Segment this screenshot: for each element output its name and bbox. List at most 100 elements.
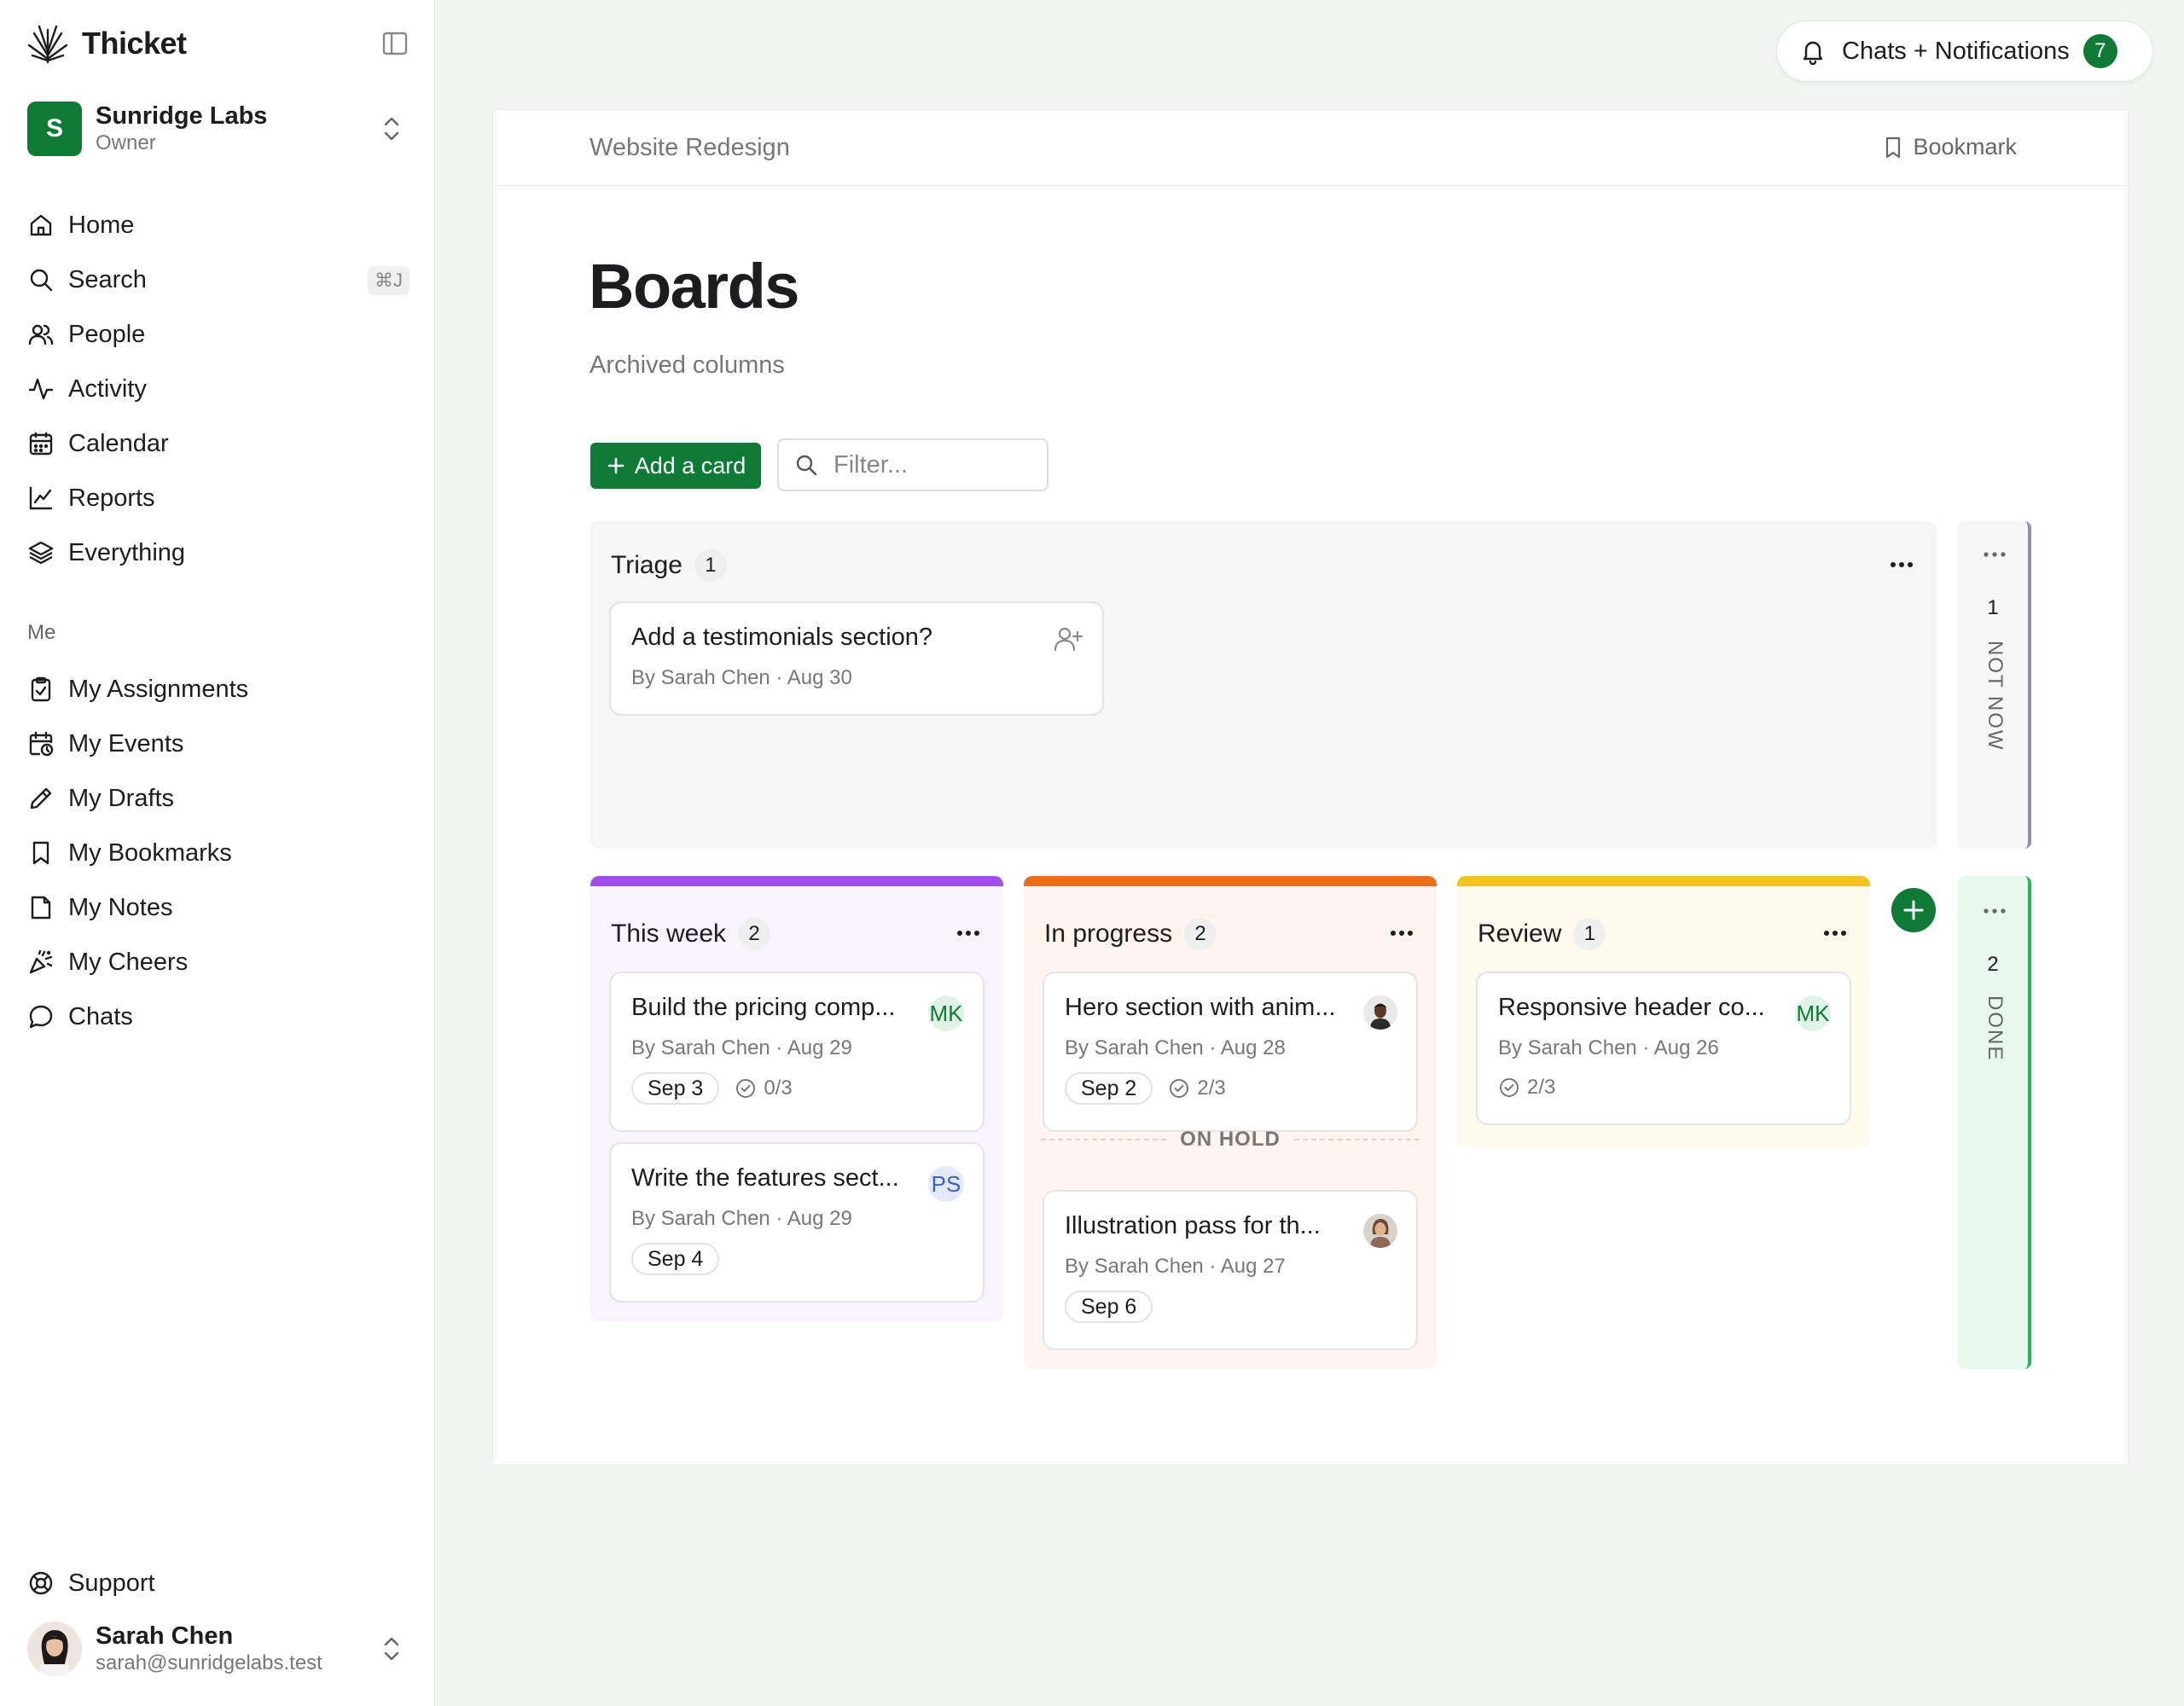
- card-meta: By Sarah Chen · Aug 30: [631, 666, 852, 689]
- card[interactable]: Illustration pass for th... By Sarah Che…: [1043, 1190, 1418, 1350]
- app-name: Thicket: [82, 26, 187, 61]
- nav-label: My Notes: [68, 893, 173, 921]
- chevron-up-down-icon: [384, 117, 399, 141]
- nav-label: My Cheers: [68, 948, 189, 976]
- people-icon: [28, 324, 54, 345]
- assignee-avatar: [1363, 1214, 1397, 1248]
- column-color-bar: [1024, 876, 1437, 886]
- nav-item-my-notes[interactable]: My Notes: [27, 880, 410, 935]
- more-icon[interactable]: [1821, 920, 1850, 946]
- user-name: Sarah Chen: [96, 1622, 234, 1650]
- note-icon: [31, 896, 51, 920]
- assignee-avatar: MK: [928, 995, 964, 1031]
- column-count: 2: [738, 918, 771, 950]
- column-label: NOT NOW: [1984, 641, 2007, 751]
- column-this-week: This week 2 Build the pricing comp... By…: [590, 876, 1003, 1321]
- card-meta: By Sarah Chen · Aug 29: [631, 1207, 852, 1230]
- chat-icon: [29, 1005, 53, 1029]
- nav-label: Chats: [68, 1002, 133, 1030]
- column-triage: Triage 1 Add a testimonials section? By …: [590, 521, 1937, 849]
- nav-label: My Events: [68, 729, 184, 757]
- more-icon[interactable]: [1387, 920, 1416, 946]
- nav-item-activity[interactable]: Activity: [27, 362, 410, 416]
- card-meta: By Sarah Chen · Aug 28: [1065, 1036, 1286, 1059]
- due-date-chip: Sep 6: [1065, 1291, 1153, 1323]
- nav-label: Support: [68, 1569, 155, 1597]
- org-switcher[interactable]: S Sunridge Labs Owner: [27, 101, 410, 157]
- bookmark-label: Bookmark: [1913, 134, 2017, 160]
- nav-label: My Assignments: [68, 675, 249, 703]
- chats-notifications-button[interactable]: Chats + Notifications 7: [1776, 20, 2153, 82]
- bell-icon: [1803, 41, 1823, 65]
- org-name: Sunridge Labs: [96, 102, 268, 130]
- check-circle-icon: [736, 1079, 756, 1098]
- due-date-chip: Sep 4: [631, 1243, 720, 1275]
- breadcrumb[interactable]: Website Redesign: [590, 134, 790, 162]
- column-done-collapsed[interactable]: 2 DONE: [1958, 876, 2031, 1369]
- nav-item-support[interactable]: Support: [27, 1556, 410, 1610]
- column-title: This week: [611, 920, 727, 948]
- thicket-logo-icon: [27, 25, 68, 64]
- brand[interactable]: Thicket: [26, 22, 187, 65]
- checklist-progress: 2/3: [1168, 1076, 1226, 1100]
- add-column-button[interactable]: [1891, 888, 1936, 932]
- card[interactable]: Build the pricing comp... By Sarah Chen …: [609, 972, 985, 1132]
- more-icon[interactable]: [954, 920, 983, 946]
- check-circle-icon: [1500, 1078, 1519, 1097]
- nav-item-reports[interactable]: Reports: [27, 471, 410, 525]
- search-icon: [796, 455, 817, 476]
- checklist-count: 2/3: [1197, 1076, 1226, 1100]
- sidebar-toggle-icon[interactable]: [380, 29, 410, 58]
- column-count: 2: [1987, 953, 1999, 976]
- filter-input[interactable]: [832, 450, 1031, 480]
- nav-item-my-events[interactable]: My Events: [27, 717, 410, 771]
- card-meta: By Sarah Chen · Aug 29: [631, 1036, 852, 1059]
- card[interactable]: Hero section with anim... By Sarah Chen …: [1043, 972, 1418, 1132]
- assignee-avatar: MK: [1795, 995, 1831, 1031]
- plus-icon: [607, 457, 624, 474]
- column-not-now-collapsed[interactable]: 1 NOT NOW: [1958, 521, 2031, 849]
- avatar: [27, 1622, 82, 1676]
- bookmark-icon: [1886, 136, 1901, 158]
- nav-item-home[interactable]: Home: [27, 198, 410, 252]
- on-hold-label: ON HOLD: [1180, 1128, 1281, 1151]
- nav-item-chats[interactable]: Chats: [27, 989, 410, 1044]
- more-icon[interactable]: [1980, 898, 2009, 924]
- nav-label: Calendar: [68, 429, 169, 457]
- nav-item-my-drafts[interactable]: My Drafts: [27, 771, 410, 826]
- plus-icon: [1903, 900, 1924, 920]
- nav-item-search[interactable]: Search ⌘J: [27, 252, 410, 307]
- nav-item-calendar[interactable]: Calendar: [27, 416, 410, 471]
- add-person-icon[interactable]: [1053, 624, 1083, 654]
- layers-icon: [28, 541, 54, 565]
- card[interactable]: Responsive header co... By Sarah Chen · …: [1476, 972, 1851, 1125]
- add-card-button[interactable]: Add a card: [590, 443, 761, 489]
- user-email: sarah@sunridgelabs.test: [96, 1651, 322, 1674]
- party-icon: [29, 949, 53, 974]
- card[interactable]: Add a testimonials section? By Sarah Che…: [609, 601, 1104, 716]
- nav-item-my-assignments[interactable]: My Assignments: [27, 662, 410, 717]
- card-meta: By Sarah Chen · Aug 26: [1498, 1036, 1719, 1059]
- filter-field[interactable]: [777, 438, 1048, 491]
- bookmark-button[interactable]: Bookmark: [1882, 134, 2017, 160]
- card[interactable]: Write the features sect... By Sarah Chen…: [609, 1142, 985, 1303]
- nav-item-my-bookmarks[interactable]: My Bookmarks: [27, 826, 410, 880]
- user-menu[interactable]: Sarah Chen sarah@sunridgelabs.test: [27, 1621, 410, 1677]
- card-title: Responsive header co...: [1498, 994, 1765, 1021]
- column-title: Review: [1478, 920, 1562, 948]
- card-title: Add a testimonials section?: [631, 624, 933, 651]
- checklist-count: 0/3: [764, 1076, 793, 1100]
- nav-item-everything[interactable]: Everything: [27, 525, 410, 580]
- assignee-avatar: PS: [928, 1166, 964, 1202]
- archived-columns-link[interactable]: Archived columns: [590, 351, 785, 380]
- column-count: 1: [1987, 596, 1999, 619]
- nav-label: Search: [68, 265, 147, 293]
- nav-item-people[interactable]: People: [27, 307, 410, 362]
- sidebar: Thicket S Sunridge Labs Owner Home Searc…: [0, 0, 435, 1706]
- more-icon[interactable]: [1887, 552, 1916, 577]
- more-icon[interactable]: [1980, 542, 2009, 567]
- nav-item-my-cheers[interactable]: My Cheers: [27, 935, 410, 989]
- chevron-up-down-icon: [384, 1637, 399, 1661]
- due-date-chip: Sep 2: [1065, 1072, 1153, 1105]
- main-nav: Home Search ⌘J People Activity Calendar …: [27, 198, 410, 580]
